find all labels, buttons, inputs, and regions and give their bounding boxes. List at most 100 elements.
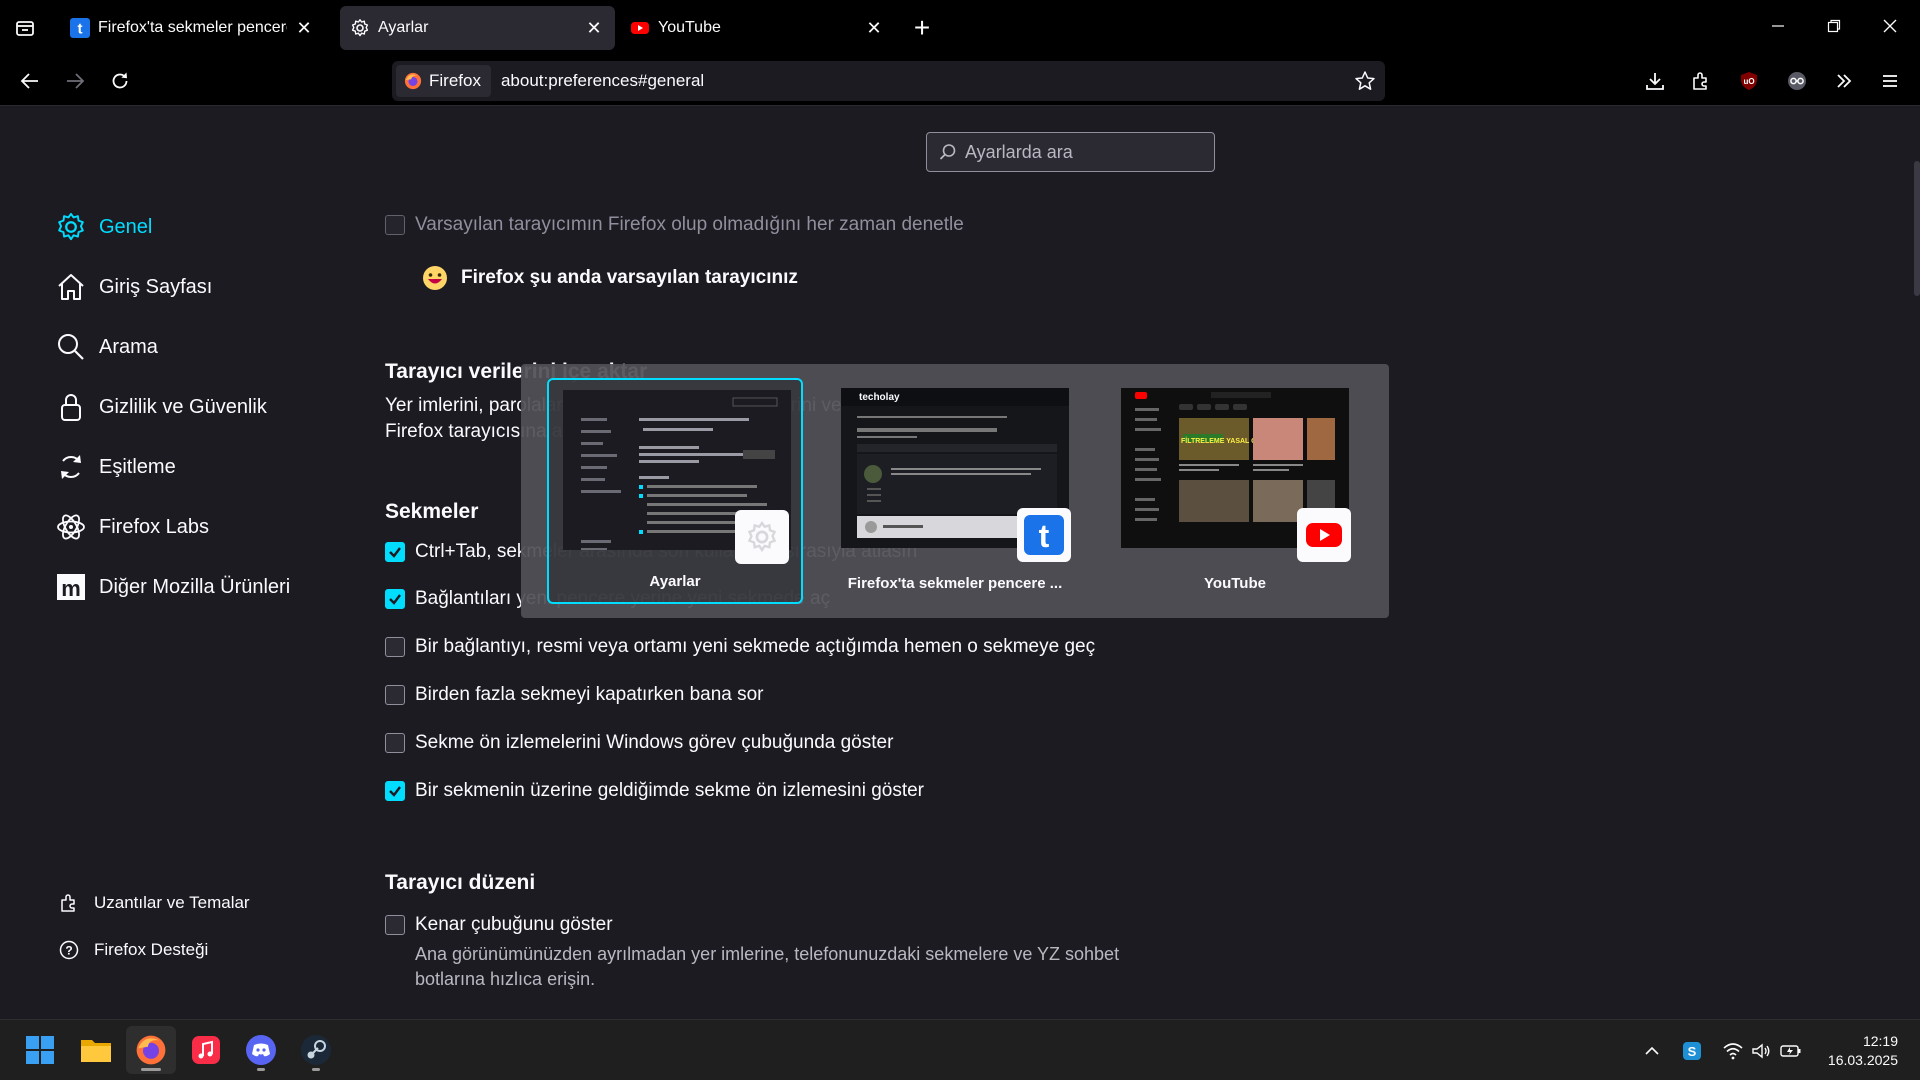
checkbox[interactable] bbox=[385, 685, 405, 705]
category-search[interactable]: Arama bbox=[55, 327, 158, 367]
settings-search-input[interactable] bbox=[965, 141, 1205, 163]
settings-search-box[interactable] bbox=[926, 132, 1215, 172]
tab-techolay[interactable]: t Firefox'ta sekmeler pencere olar ✕ bbox=[60, 6, 325, 50]
category-privacy[interactable]: Gizlilik ve Güvenlik bbox=[55, 387, 267, 427]
category-sync[interactable]: Eşitleme bbox=[55, 447, 176, 487]
discord-icon bbox=[246, 1035, 276, 1065]
techolay-t-icon: t bbox=[70, 18, 90, 38]
wifi-button[interactable] bbox=[1719, 1038, 1747, 1064]
minimize-icon bbox=[1772, 25, 1784, 27]
tab-title: Firefox'ta sekmeler pencere olar bbox=[98, 19, 287, 36]
start-button[interactable] bbox=[15, 1026, 65, 1074]
volume-button[interactable] bbox=[1747, 1038, 1775, 1064]
bookmark-star-button[interactable] bbox=[1345, 63, 1385, 99]
battery-charging-icon bbox=[1780, 1045, 1801, 1057]
search-icon bbox=[58, 334, 84, 360]
tab-strip: t Firefox'ta sekmeler pencere olar ✕ Aya… bbox=[0, 0, 1920, 55]
switch-to-new-tab-option[interactable]: Bir bağlantıyı, resmi veya ortamı yeni s… bbox=[385, 636, 1095, 658]
hamburger-icon bbox=[1883, 75, 1897, 87]
checkbox[interactable] bbox=[385, 781, 405, 801]
checkbox[interactable] bbox=[385, 637, 405, 657]
chevron-double-right-icon bbox=[1837, 74, 1852, 88]
show-sidebar-option[interactable]: Kenar çubuğunu göster bbox=[385, 914, 613, 936]
close-tab-button[interactable]: ✕ bbox=[293, 17, 315, 39]
tab-settings[interactable]: Ayarlar ✕ bbox=[340, 6, 615, 50]
gear-icon bbox=[351, 19, 369, 37]
checkbox[interactable] bbox=[385, 215, 405, 235]
tab-youtube[interactable]: YouTube ✕ bbox=[620, 6, 895, 50]
checkbox[interactable] bbox=[385, 589, 405, 609]
tray-app-icon: S bbox=[1683, 1042, 1701, 1060]
tabs-heading: Sekmeler bbox=[385, 500, 479, 523]
back-button[interactable] bbox=[12, 63, 48, 99]
checkbox[interactable] bbox=[385, 915, 405, 935]
close-tab-button[interactable]: ✕ bbox=[863, 17, 885, 39]
speaker-icon bbox=[1752, 1043, 1770, 1059]
taskbar-steam[interactable] bbox=[291, 1026, 341, 1074]
url-bar[interactable]: Firefox about:preferences#general bbox=[392, 61, 1385, 101]
check-icon bbox=[389, 786, 401, 797]
gear-icon bbox=[58, 212, 84, 241]
youtube-icon bbox=[631, 22, 649, 34]
option-label: Varsayılan tarayıcımın Firefox olup olma… bbox=[415, 214, 964, 235]
extensions-button[interactable] bbox=[1683, 63, 1719, 99]
home-icon bbox=[58, 274, 84, 300]
taskbar-tab-previews-option[interactable]: Sekme ön izlemelerini Windows görev çubu… bbox=[385, 732, 893, 754]
close-tab-button[interactable]: ✕ bbox=[583, 17, 605, 39]
preview-title: YouTube bbox=[1204, 575, 1266, 592]
page-scrollbar[interactable] bbox=[1914, 161, 1920, 296]
category-more-from-mozilla[interactable]: m Diğer Mozilla Ürünleri bbox=[55, 567, 290, 607]
new-tab-button[interactable]: + bbox=[904, 10, 940, 46]
forward-button[interactable] bbox=[57, 63, 93, 99]
show-hidden-icons-button[interactable] bbox=[1638, 1038, 1666, 1064]
steam-icon bbox=[301, 1035, 331, 1065]
restore-button[interactable] bbox=[1812, 8, 1856, 44]
reload-icon bbox=[112, 72, 128, 89]
preview-title: Firefox'ta sekmeler pencere ... bbox=[847, 575, 1063, 592]
tab-preview-settings[interactable]: Ayarlar bbox=[547, 378, 803, 604]
battery-button[interactable] bbox=[1777, 1038, 1805, 1064]
techolay-t-icon: t bbox=[1017, 508, 1071, 562]
tray-app-button[interactable]: S bbox=[1678, 1038, 1706, 1064]
app-menu-button[interactable] bbox=[1872, 63, 1908, 99]
lock-icon bbox=[61, 394, 81, 421]
list-all-tabs-button[interactable] bbox=[8, 12, 42, 44]
puzzle-icon bbox=[1693, 72, 1707, 90]
firefox-icon bbox=[136, 1035, 166, 1065]
category-general[interactable]: Genel bbox=[55, 207, 152, 247]
account-extension-button[interactable] bbox=[1779, 63, 1815, 99]
taskbar-file-explorer[interactable] bbox=[71, 1026, 121, 1074]
overflow-menu-button[interactable] bbox=[1826, 63, 1862, 99]
reload-button[interactable] bbox=[102, 63, 138, 99]
always-check-default-option[interactable]: Varsayılan tarayıcımın Firefox olup olma… bbox=[385, 214, 964, 236]
firefox-support-link[interactable]: ? Firefox Desteği bbox=[58, 939, 208, 961]
downloads-button[interactable] bbox=[1637, 63, 1673, 99]
chevron-up-icon bbox=[1645, 1046, 1659, 1055]
clock[interactable]: 12:19 16.03.2025 bbox=[1828, 1032, 1898, 1070]
warn-close-multiple-tabs-option[interactable]: Birden fazla sekmeyi kapatırken bana sor bbox=[385, 684, 764, 706]
tab-title: Ayarlar bbox=[378, 19, 429, 36]
close-window-button[interactable] bbox=[1868, 8, 1912, 44]
svg-text:S: S bbox=[1688, 1044, 1697, 1059]
addons-themes-link[interactable]: Uzantılar ve Temalar bbox=[58, 892, 250, 914]
windows-start-icon bbox=[26, 1036, 54, 1064]
checkbox[interactable] bbox=[385, 542, 405, 562]
tab-preview-techolay[interactable]: techolay t Firefox'ta sekmeler pencere .… bbox=[827, 378, 1083, 604]
default-status-text: Firefox şu anda varsayılan tarayıcınız bbox=[461, 267, 798, 288]
category-firefox-labs[interactable]: Firefox Labs bbox=[55, 507, 209, 547]
hover-tab-preview-option[interactable]: Bir sekmenin üzerine geldiğimde sekme ön… bbox=[385, 780, 924, 802]
url-text[interactable]: about:preferences#general bbox=[501, 71, 1345, 91]
preview-title: Ayarlar bbox=[649, 573, 701, 590]
taskbar-discord[interactable] bbox=[236, 1026, 286, 1074]
minimize-button[interactable] bbox=[1756, 8, 1800, 44]
tab-preview-youtube[interactable]: FİLTRELEME YASAL OLMALI MI? YouTube bbox=[1107, 378, 1363, 604]
checkbox[interactable] bbox=[385, 733, 405, 753]
taskbar-firefox[interactable] bbox=[126, 1026, 176, 1074]
taskbar-apple-music[interactable] bbox=[181, 1026, 231, 1074]
identity-box[interactable]: Firefox bbox=[396, 65, 491, 97]
category-home[interactable]: Giriş Sayfası bbox=[55, 267, 212, 307]
identity-label: Firefox bbox=[429, 71, 481, 90]
option-label: Sekme ön izlemelerini Windows görev çubu… bbox=[415, 732, 894, 753]
wifi-icon bbox=[1723, 1043, 1743, 1060]
ublock-origin-button[interactable]: uO bbox=[1731, 63, 1767, 99]
